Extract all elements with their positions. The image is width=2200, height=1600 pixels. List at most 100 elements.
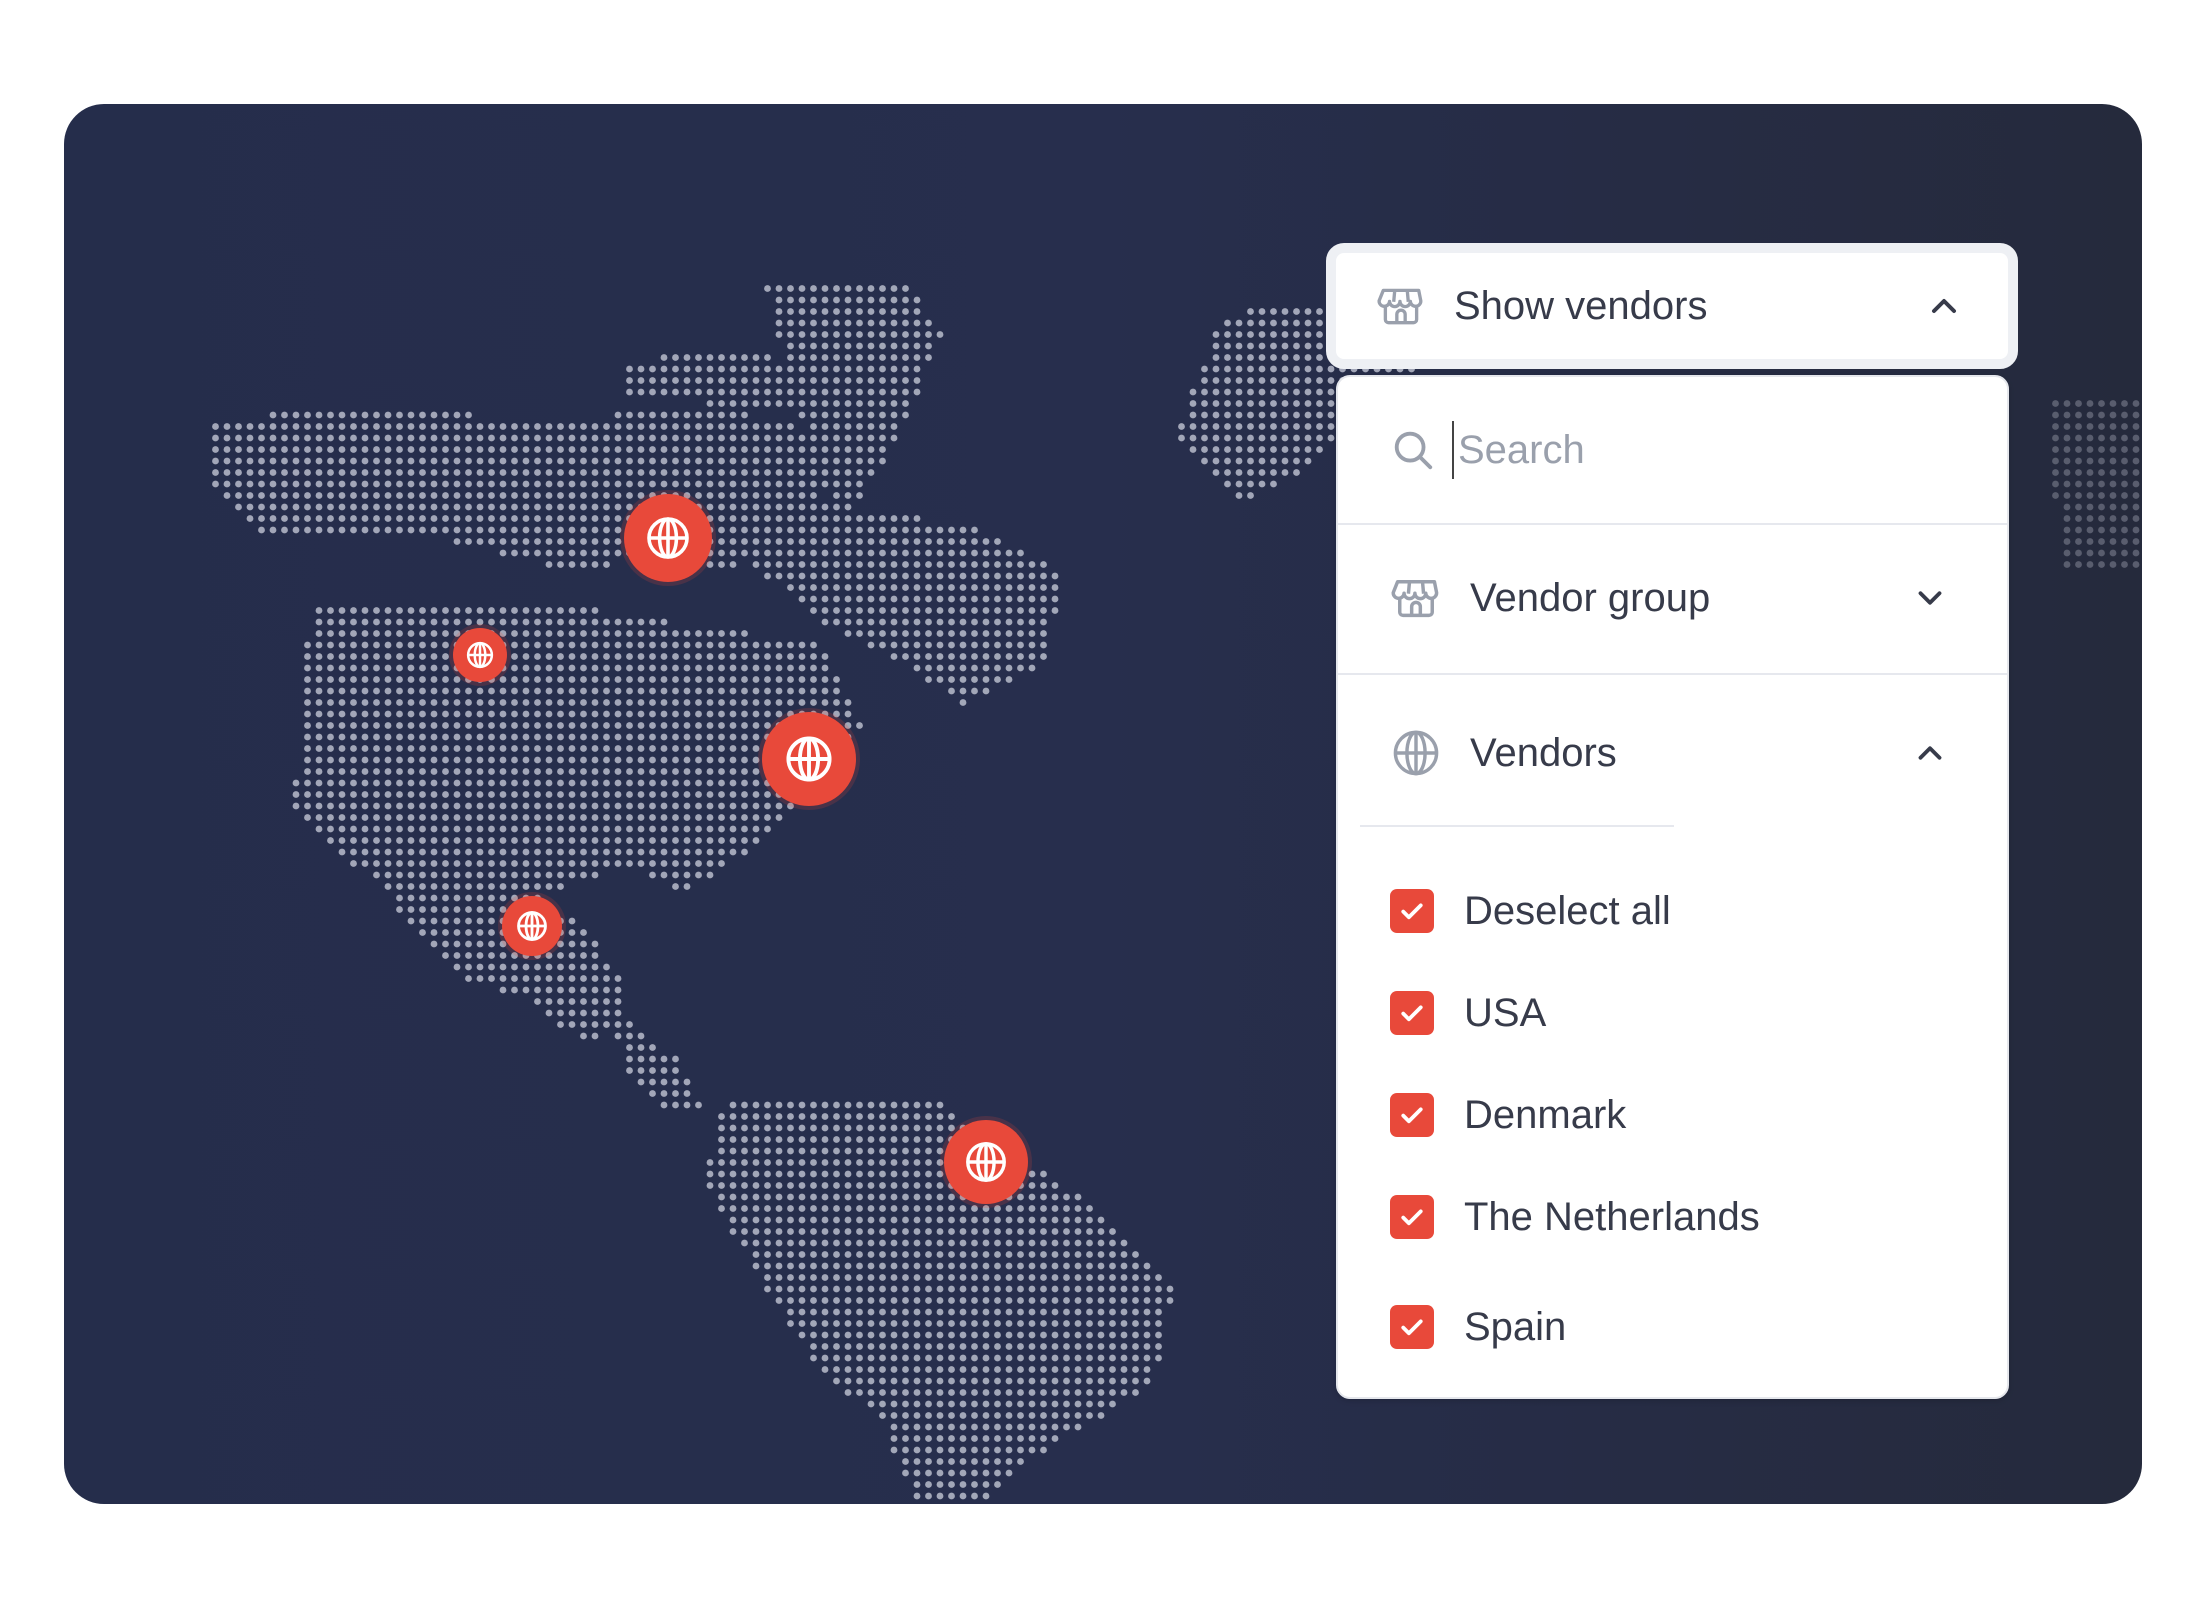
map-dot <box>879 1182 886 1189</box>
map-dot <box>603 722 610 729</box>
pin-canada[interactable] <box>624 494 712 582</box>
option-spain[interactable]: Spain <box>1390 1297 1566 1357</box>
option-usa[interactable]: USA <box>1390 983 1546 1043</box>
checkbox-checked[interactable] <box>1390 1305 1434 1349</box>
pin-east-usa[interactable] <box>762 712 856 806</box>
map-dot <box>465 699 472 706</box>
map-dot <box>350 423 357 430</box>
map-dot <box>2086 457 2094 465</box>
vendors-section[interactable]: Vendors <box>1338 677 2007 829</box>
map-dot <box>775 400 783 407</box>
map-dot <box>729 480 737 488</box>
map-dot <box>741 1101 748 1109</box>
map-dot <box>591 549 599 557</box>
map-dot <box>453 423 461 430</box>
map-dot <box>867 1400 875 1408</box>
map-dot <box>350 699 357 706</box>
map-dot <box>1201 411 1208 419</box>
checkbox-checked[interactable] <box>1390 889 1434 933</box>
map-dot <box>1028 1170 1036 1178</box>
map-dot <box>821 1354 829 1362</box>
chevron-down-icon[interactable] <box>1911 579 1949 617</box>
map-dot <box>476 975 484 982</box>
map-dot <box>1017 1435 1024 1442</box>
map-dot <box>787 1147 794 1155</box>
map-dot <box>913 664 921 672</box>
map-dot <box>304 676 311 683</box>
map-dot <box>660 1078 668 1086</box>
map-dot <box>1040 1228 1047 1235</box>
map-dot <box>982 607 990 614</box>
map-dot <box>936 1274 944 1281</box>
map-dot <box>810 1147 817 1155</box>
map-dot <box>626 768 633 775</box>
map-dot <box>729 549 737 557</box>
map-dot <box>1017 1228 1024 1235</box>
map-dot <box>936 1481 944 1488</box>
option-the-netherlands[interactable]: The Netherlands <box>1390 1187 1760 1247</box>
map-dot <box>591 745 599 752</box>
map-dot <box>1074 1343 1082 1350</box>
map-dot <box>2075 423 2082 430</box>
pin-venezuela[interactable] <box>944 1120 1028 1204</box>
map-dot <box>626 860 633 867</box>
map-dot <box>798 1159 806 1166</box>
map-dot <box>511 814 518 821</box>
checkbox-checked[interactable] <box>1390 991 1434 1035</box>
map-dot <box>844 388 852 396</box>
map-dot <box>752 1228 760 1235</box>
map-dot <box>430 894 438 902</box>
option-deselect-all[interactable]: Deselect all <box>1390 881 1671 941</box>
map-dot <box>591 676 599 683</box>
map-dot <box>1109 1274 1116 1281</box>
map-dot <box>798 676 806 683</box>
map-dot <box>649 779 656 787</box>
chevron-up-icon[interactable] <box>1911 734 1949 772</box>
map-dot <box>350 733 357 741</box>
map-dot <box>810 538 817 545</box>
map-dot <box>936 1124 944 1132</box>
map-dot <box>246 480 254 488</box>
map-dot <box>787 319 794 327</box>
checkbox-checked[interactable] <box>1390 1093 1434 1137</box>
map-dot <box>373 446 380 453</box>
map-dot <box>350 756 357 764</box>
map-dot <box>1120 1389 1128 1396</box>
pin-mexico[interactable] <box>502 896 562 956</box>
map-dot <box>902 561 909 568</box>
map-dot <box>522 837 530 844</box>
map-dot <box>1109 1320 1116 1327</box>
map-dot <box>844 308 852 315</box>
map-dot <box>844 722 852 729</box>
map-dot <box>442 768 449 775</box>
map-dot <box>637 469 645 476</box>
map-dot <box>384 480 392 488</box>
map-dot <box>913 572 921 580</box>
vendor-group-section[interactable]: Vendor group <box>1338 523 2007 675</box>
search-input[interactable] <box>1456 426 1860 474</box>
map-dot <box>338 745 346 752</box>
map-dot <box>890 1205 898 1212</box>
chevron-up-icon[interactable] <box>1924 286 1964 326</box>
map-dot <box>2098 423 2105 430</box>
map-dot <box>994 618 1001 626</box>
map-dot <box>798 285 806 292</box>
option-denmark[interactable]: Denmark <box>1390 1085 1626 1145</box>
map-dot <box>396 906 403 913</box>
map-dot <box>1028 595 1036 603</box>
map-dot <box>787 1182 794 1189</box>
map-dot <box>982 1354 990 1362</box>
map-dot <box>833 1193 840 1201</box>
map-dot <box>580 699 587 706</box>
checkbox-checked[interactable] <box>1390 1195 1434 1239</box>
checkmark-icon <box>1401 1209 1423 1226</box>
pin-west-usa[interactable] <box>453 628 507 682</box>
map-dot <box>775 388 783 396</box>
map-dot <box>568 699 576 706</box>
show-vendors-toggle[interactable]: Show vendors <box>1326 243 2018 369</box>
map-dot <box>614 446 622 453</box>
map-dot <box>1304 354 1312 361</box>
map-dot <box>890 296 898 304</box>
map-dot <box>350 446 357 453</box>
map-dot <box>706 1159 714 1166</box>
